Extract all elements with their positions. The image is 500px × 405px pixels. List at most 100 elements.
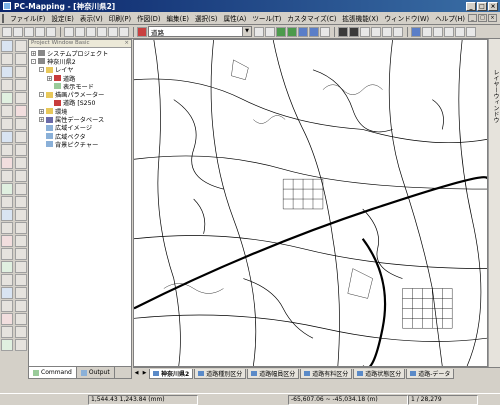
expand-icon[interactable]: + — [47, 75, 52, 81]
tab-scroll-right-icon[interactable]: ▶ — [141, 369, 148, 378]
tree-item-road-s250[interactable]: 道路 [S250 — [31, 99, 131, 107]
tab-output[interactable]: Output — [77, 367, 115, 378]
polygon-icon[interactable] — [15, 118, 27, 130]
window-icon[interactable] — [382, 26, 392, 37]
map-grid-icon[interactable] — [287, 26, 297, 37]
style-icon[interactable] — [15, 313, 27, 325]
grid-icon[interactable] — [371, 26, 381, 37]
save-icon[interactable] — [24, 26, 34, 37]
menu-extensions[interactable]: 拡張機能(X) — [339, 13, 381, 23]
pointer-tool-icon[interactable] — [1, 40, 13, 52]
document-icon[interactable] — [2, 13, 5, 23]
menu-print[interactable]: 印刷(P) — [106, 13, 134, 23]
legend-icon[interactable] — [15, 222, 27, 234]
collapse-icon[interactable]: - — [31, 58, 36, 64]
open-folder-icon[interactable] — [13, 26, 23, 37]
close-button[interactable]: × — [488, 1, 498, 11]
layer-icon[interactable] — [137, 26, 147, 37]
snap-icon[interactable] — [1, 248, 13, 260]
mdi-close-button[interactable]: × — [488, 14, 497, 22]
tile-icon[interactable] — [393, 26, 403, 37]
sort-icon[interactable] — [15, 326, 27, 338]
copy-icon[interactable] — [75, 26, 85, 37]
select-tool-icon[interactable] — [15, 40, 27, 52]
intersect-icon[interactable] — [15, 196, 27, 208]
paste-icon[interactable] — [86, 26, 96, 37]
layer-select[interactable]: 道路 ▼ — [148, 26, 252, 37]
print-icon[interactable] — [35, 26, 45, 37]
close-icon[interactable]: × — [124, 40, 129, 47]
menu-window[interactable]: ウィンドウ(W) — [381, 13, 432, 23]
merge-icon[interactable] — [15, 183, 27, 195]
new-file-icon[interactable] — [2, 26, 12, 37]
label-icon[interactable] — [1, 222, 13, 234]
doc-tab-road-width[interactable]: 道路幅員区分 — [247, 368, 300, 379]
export-icon[interactable] — [15, 287, 27, 299]
layer-window-side-panel[interactable]: レイヤーウィンドウ — [488, 39, 500, 367]
bookmark-icon[interactable] — [1, 300, 13, 312]
menu-customize[interactable]: カスタマイズ(C) — [284, 13, 339, 23]
table-icon[interactable] — [320, 26, 330, 37]
zoom-out-icon[interactable] — [15, 53, 27, 65]
circle-icon[interactable] — [15, 131, 27, 143]
preview-icon[interactable] — [46, 26, 56, 37]
doc-tab-road-type[interactable]: 道路種別区分 — [194, 368, 247, 379]
menu-select[interactable]: 選択(S) — [192, 13, 221, 23]
color-icon[interactable] — [1, 313, 13, 325]
doc-tab-kanagawa[interactable]: 神奈川県2 — [149, 368, 194, 379]
layer-list-icon[interactable] — [265, 26, 275, 37]
doc-tab-road-data[interactable]: 道路-データ — [406, 368, 455, 379]
previous-view-icon[interactable] — [15, 79, 27, 91]
text-tool-icon[interactable] — [1, 144, 13, 156]
pan-icon[interactable] — [1, 66, 13, 78]
panel-float-icon[interactable] — [455, 26, 465, 37]
collapse-icon[interactable]: - — [39, 92, 44, 98]
display-mode-2-icon[interactable] — [349, 26, 359, 37]
redo-icon[interactable] — [108, 26, 118, 37]
highlight-icon[interactable] — [360, 26, 370, 37]
tab-scroll-left-icon[interactable]: ◀ — [133, 369, 140, 378]
print-area-icon[interactable] — [1, 287, 13, 299]
delete-tool-icon[interactable] — [1, 235, 13, 247]
doc-tab-road-state[interactable]: 道路状態区分 — [353, 368, 406, 379]
move-icon[interactable] — [15, 157, 27, 169]
minimize-button[interactable]: _ — [466, 1, 476, 11]
menu-view[interactable]: 表示(V) — [77, 13, 106, 23]
fit-view-icon[interactable] — [1, 79, 13, 91]
attribute-icon[interactable] — [1, 209, 13, 221]
panel-bottom-icon[interactable] — [444, 26, 454, 37]
network-icon[interactable] — [15, 274, 27, 286]
tree-item-system-project[interactable]: + システムプロジェクト — [31, 49, 131, 58]
refresh-icon[interactable] — [15, 66, 27, 78]
menu-file[interactable]: ファイル(F) — [7, 13, 48, 23]
undo-icon[interactable] — [97, 26, 107, 37]
building-icon[interactable] — [298, 26, 308, 37]
menu-draw[interactable]: 作図(D) — [134, 13, 163, 23]
display-mode-icon[interactable] — [338, 26, 348, 37]
expand-icon[interactable]: + — [39, 108, 44, 114]
info-icon[interactable] — [15, 92, 27, 104]
chart-icon[interactable] — [1, 339, 13, 351]
panel-toggle-icon[interactable] — [411, 26, 421, 37]
buffer-icon[interactable] — [1, 196, 13, 208]
polyline-icon[interactable] — [1, 118, 13, 130]
grid-snap-icon[interactable] — [15, 248, 27, 260]
route-icon[interactable] — [1, 274, 13, 286]
tree-item-layers[interactable]: - レイヤ — [31, 66, 131, 74]
menu-edit[interactable]: 編集(E) — [163, 13, 192, 23]
query-icon[interactable] — [15, 209, 27, 221]
filter-icon[interactable] — [1, 326, 13, 338]
chevron-down-icon[interactable]: ▼ — [242, 27, 251, 36]
menu-help[interactable]: ヘルプ(H) — [432, 13, 468, 23]
zoom-in-icon[interactable] — [1, 53, 13, 65]
delete-icon[interactable] — [119, 26, 129, 37]
image-tool-icon[interactable] — [1, 261, 13, 273]
tab-command[interactable]: Command — [29, 367, 77, 378]
copy-tool-icon[interactable] — [15, 235, 27, 247]
line-tool-icon[interactable] — [15, 105, 27, 117]
mdi-restore-button[interactable]: □ — [478, 14, 487, 22]
doc-tab-road-toll[interactable]: 道路有料区分 — [300, 368, 353, 379]
rotate-icon[interactable] — [1, 170, 13, 182]
panel-close-icon[interactable] — [466, 26, 476, 37]
expand-icon[interactable]: + — [31, 50, 36, 56]
